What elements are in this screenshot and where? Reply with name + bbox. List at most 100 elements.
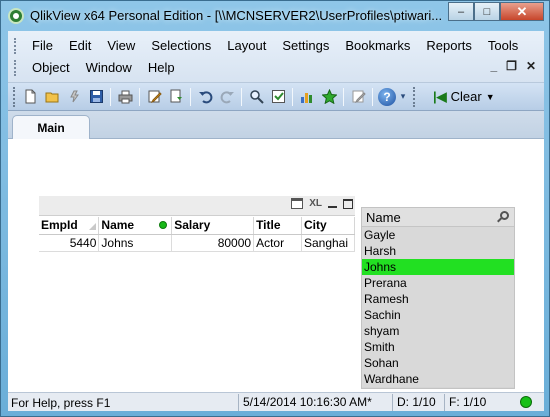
bookmark-star-icon[interactable] — [318, 86, 340, 108]
menu-reports[interactable]: Reports — [418, 35, 480, 57]
status-bar: For Help, press F1 5/14/2014 10:16:30 AM… — [8, 392, 544, 411]
clear-icon: |◀ — [433, 88, 447, 104]
help-icon[interactable]: ? — [376, 86, 398, 108]
reload-doc-icon[interactable] — [165, 86, 187, 108]
menu-settings[interactable]: Settings — [274, 35, 337, 57]
menu-grip[interactable] — [14, 38, 18, 54]
new-doc-icon[interactable] — [19, 86, 41, 108]
current-selections-icon[interactable] — [267, 86, 289, 108]
clear-button[interactable]: |◀ Clear ▼ — [427, 86, 501, 108]
sort-indicator-icon — [89, 223, 97, 230]
toolbar-separator — [110, 87, 111, 106]
column-header-name[interactable]: Name — [98, 217, 173, 235]
minimize-button[interactable]: – — [448, 2, 474, 21]
table-header-row: EmpId Name Salary Title City — [39, 217, 356, 235]
menu-edit[interactable]: Edit — [61, 35, 99, 57]
toolbar-separator — [190, 87, 191, 106]
menu-row-1: File Edit View Selections Layout Setting… — [8, 35, 526, 57]
toolbar-separator — [241, 87, 242, 106]
tab-main[interactable]: Main — [12, 115, 90, 140]
doc-restore-button[interactable]: ❐ — [506, 59, 517, 73]
table-box[interactable]: XL EmpId Name Salary Title City 5440 Joh… — [39, 196, 356, 256]
data-table: EmpId Name Salary Title City 5440 Johns … — [39, 217, 356, 252]
column-header-empid[interactable]: EmpId — [39, 217, 100, 235]
column-label: Salary — [174, 218, 211, 233]
print-icon[interactable] — [114, 86, 136, 108]
menu-tools[interactable]: Tools — [480, 35, 526, 57]
list-item[interactable]: Sohan — [362, 355, 514, 371]
menu-view[interactable]: View — [99, 35, 143, 57]
print-icon[interactable] — [291, 198, 304, 209]
list-item-selected[interactable]: Johns — [362, 259, 514, 275]
toolbar-grip[interactable] — [13, 86, 16, 107]
menu-grip-2[interactable] — [14, 60, 18, 76]
application-window: QlikView x64 Personal Edition - [\\MCNSE… — [0, 0, 550, 417]
minimize-object-icon[interactable] — [328, 205, 337, 208]
menu-window[interactable]: Window — [78, 57, 140, 79]
edit-icon[interactable] — [347, 86, 369, 108]
table-row[interactable]: 5440 Johns 80000 Actor Sanghai — [39, 234, 356, 252]
cell-name[interactable]: Johns — [98, 234, 173, 252]
name-list-box[interactable]: Name Gayle Harsh Johns Prerana Ramesh Sa… — [361, 207, 515, 389]
list-item[interactable]: Gayle — [362, 227, 514, 243]
column-header-title[interactable]: Title — [253, 217, 302, 235]
cell-empid[interactable]: 5440 — [39, 234, 100, 252]
list-box-caption[interactable]: Name — [362, 208, 514, 227]
edit-script-icon[interactable] — [143, 86, 165, 108]
menu-layout[interactable]: Layout — [219, 35, 274, 57]
table-caption-icons: XL — [291, 198, 353, 209]
toolbar: ? ▾ |◀ Clear ▼ — [8, 83, 544, 111]
list-item[interactable]: Wardhane — [362, 371, 514, 387]
toolbar-overflow-icon[interactable]: ▾ — [398, 86, 408, 108]
open-icon[interactable] — [41, 86, 63, 108]
clear-label: Clear — [450, 89, 482, 104]
list-item[interactable]: Harsh — [362, 243, 514, 259]
list-item[interactable]: shyam — [362, 323, 514, 339]
window-controls: – □ ✕ — [448, 2, 544, 22]
save-icon[interactable] — [85, 86, 107, 108]
sheet-main: XL EmpId Name Salary Title City 5440 Joh… — [8, 139, 544, 389]
toolbar-grip-2[interactable] — [413, 86, 416, 107]
list-box-title: Name — [366, 210, 401, 225]
column-label: City — [303, 218, 327, 233]
menu-object[interactable]: Object — [24, 57, 78, 79]
table-box-caption[interactable]: XL — [39, 196, 355, 216]
list-item[interactable]: Prerana — [362, 275, 514, 291]
menu-bookmarks[interactable]: Bookmarks — [337, 35, 418, 57]
search-icon[interactable] — [245, 86, 267, 108]
status-frequency: F: 1/10 — [444, 394, 490, 411]
cell-title[interactable]: Actor — [253, 234, 302, 252]
column-label: Title — [256, 218, 281, 233]
list-item[interactable]: Ramesh — [362, 291, 514, 307]
undo-icon[interactable] — [194, 86, 216, 108]
maximize-button[interactable]: □ — [474, 2, 500, 21]
document-window-controls: _ ❐ ✕ — [490, 59, 536, 73]
search-icon[interactable] — [500, 211, 509, 220]
column-header-salary[interactable]: Salary — [171, 217, 255, 235]
doc-minimize-button[interactable]: _ — [490, 59, 497, 73]
list-box-items: Gayle Harsh Johns Prerana Ramesh Sachin … — [362, 227, 514, 387]
status-datetime: 5/14/2014 10:16:30 AM* — [238, 394, 376, 411]
list-item[interactable]: Sachin — [362, 307, 514, 323]
doc-close-button[interactable]: ✕ — [526, 59, 536, 73]
clear-dropdown-icon[interactable]: ▼ — [486, 92, 495, 102]
cell-salary[interactable]: 80000 — [171, 234, 255, 252]
menu-help[interactable]: Help — [140, 57, 183, 79]
maximize-object-icon[interactable] — [343, 198, 353, 209]
sheet-tabs: Main — [8, 111, 544, 140]
status-help-text: For Help, press F1 — [11, 396, 111, 410]
toolbar-separator — [372, 87, 373, 106]
cell-city[interactable]: Sanghai — [301, 234, 356, 252]
redo-icon[interactable] — [216, 86, 238, 108]
menu-selections[interactable]: Selections — [143, 35, 219, 57]
reload-icon[interactable] — [63, 86, 85, 108]
title-bar[interactable]: QlikView x64 Personal Edition - [\\MCNSE… — [1, 1, 549, 31]
chart-icon[interactable] — [296, 86, 318, 108]
send-to-excel-icon[interactable]: XL — [309, 198, 322, 209]
qlikview-app-icon[interactable] — [8, 8, 24, 24]
close-button[interactable]: ✕ — [500, 2, 544, 21]
list-item[interactable]: Smith — [362, 339, 514, 355]
column-header-city[interactable]: City — [301, 217, 356, 235]
menu-file[interactable]: File — [24, 35, 61, 57]
window-title: QlikView x64 Personal Edition - [\\MCNSE… — [30, 8, 443, 23]
